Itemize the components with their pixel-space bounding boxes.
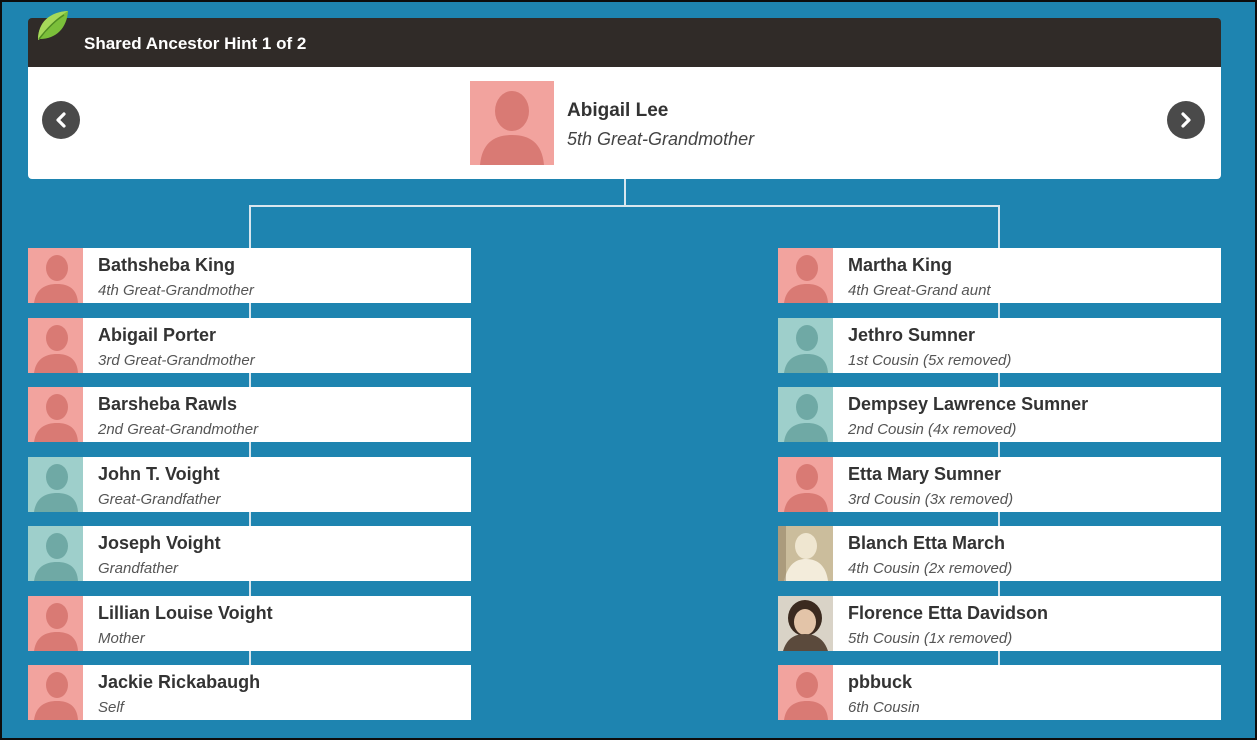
person-silhouette-icon — [34, 672, 78, 720]
person-relationship: 5th Cousin (1x removed) — [848, 629, 1013, 647]
shared-ancestor-panel: Abigail Lee 5th Great-Grandmother — [28, 67, 1221, 179]
person-silhouette-icon — [480, 91, 544, 165]
person-relationship: 3rd Cousin (3x removed) — [848, 490, 1014, 508]
person-name[interactable]: Joseph Voight — [98, 533, 221, 554]
person-name[interactable]: Lillian Louise Voight — [98, 603, 273, 624]
next-hint-button[interactable] — [1167, 101, 1205, 139]
person-name[interactable]: Dempsey Lawrence Sumner — [848, 394, 1088, 415]
hint-header: Shared Ancestor Hint 1 of 2 — [28, 18, 1221, 67]
person-card[interactable]: Martha King 4th Great-Grand aunt — [778, 248, 1221, 303]
person-relationship: 1st Cousin (5x removed) — [848, 351, 1012, 369]
chevron-right-icon — [1181, 112, 1191, 128]
person-card[interactable]: Blanch Etta March 4th Cousin (2x removed) — [778, 526, 1221, 581]
person-name[interactable]: Jethro Sumner — [848, 325, 975, 346]
person-card[interactable]: Joseph Voight Grandfather — [28, 526, 471, 581]
person-photo[interactable] — [778, 595, 833, 651]
person-relationship: 2nd Great-Grandmother — [98, 421, 259, 438]
person-relationship: 2nd Cousin (4x removed) — [848, 421, 1017, 438]
person-silhouette-icon — [34, 463, 78, 512]
person-photo[interactable] — [28, 387, 83, 442]
person-silhouette-icon — [784, 255, 828, 303]
person-relationship: Great-Grandfather — [98, 490, 221, 508]
person-photo[interactable] — [778, 248, 833, 303]
ancestor-name[interactable]: Abigail Lee — [567, 100, 668, 122]
person-name[interactable]: John T. Voight — [98, 464, 220, 485]
person-silhouette-icon — [34, 394, 78, 442]
person-name[interactable]: Blanch Etta March — [848, 533, 1005, 554]
person-silhouette-icon — [34, 255, 78, 303]
person-relationship: 4th Great-Grand aunt — [848, 282, 991, 299]
ancestor-photo[interactable] — [470, 81, 554, 165]
person-card[interactable]: John T. Voight Great-Grandfather — [28, 456, 471, 512]
person-photo[interactable] — [28, 526, 83, 581]
person-name[interactable]: Etta Mary Sumner — [848, 464, 1001, 485]
person-name[interactable]: Martha King — [848, 255, 952, 276]
person-name[interactable]: Jackie Rickabaugh — [98, 672, 260, 693]
person-photo[interactable] — [778, 456, 833, 512]
person-silhouette-icon — [784, 324, 828, 373]
person-silhouette-icon — [34, 324, 78, 373]
person-photo[interactable] — [778, 665, 833, 720]
person-silhouette-icon — [34, 602, 78, 651]
person-name[interactable]: pbbuck — [848, 672, 912, 693]
leaf-icon — [38, 11, 68, 40]
person-photo[interactable] — [28, 595, 83, 651]
person-relationship: 4th Cousin (2x removed) — [848, 560, 1013, 577]
person-card[interactable]: Jackie Rickabaugh Self — [28, 665, 471, 720]
person-photo[interactable] — [28, 665, 83, 720]
person-photo[interactable] — [778, 387, 833, 442]
connector-horizontal — [249, 205, 1000, 207]
person-photo[interactable] — [28, 317, 83, 373]
ancestor-relationship: 5th Great-Grandmother — [567, 129, 755, 149]
prev-hint-button[interactable] — [42, 101, 80, 139]
photo-portrait — [778, 526, 833, 581]
person-card[interactable]: Lillian Louise Voight Mother — [28, 595, 471, 651]
person-name[interactable]: Abigail Porter — [98, 325, 216, 346]
hint-title: Shared Ancestor Hint 1 of 2 — [84, 34, 307, 53]
person-name[interactable]: Bathsheba King — [98, 255, 235, 276]
person-relationship: 4th Great-Grandmother — [98, 282, 254, 299]
person-relationship: Grandfather — [98, 560, 179, 577]
person-relationship: Self — [98, 699, 124, 716]
person-silhouette-icon — [784, 672, 828, 720]
person-relationship: 6th Cousin — [848, 699, 920, 716]
person-card[interactable]: Etta Mary Sumner 3rd Cousin (3x removed) — [778, 456, 1221, 512]
person-card[interactable]: pbbuck 6th Cousin — [778, 665, 1221, 720]
person-card[interactable]: Barsheba Rawls 2nd Great-Grandmother — [28, 387, 471, 442]
person-card[interactable]: Bathsheba King 4th Great-Grandmother — [28, 248, 471, 303]
person-card[interactable]: Dempsey Lawrence Sumner 2nd Cousin (4x re… — [778, 387, 1221, 442]
person-relationship: Mother — [98, 629, 145, 647]
person-card[interactable]: Jethro Sumner 1st Cousin (5x removed) — [778, 317, 1221, 373]
person-silhouette-icon — [784, 463, 828, 512]
person-photo[interactable] — [778, 526, 833, 581]
person-silhouette-icon — [34, 533, 78, 581]
connector-trunk — [624, 179, 626, 206]
person-name[interactable]: Florence Etta Davidson — [848, 603, 1048, 624]
person-photo[interactable] — [28, 456, 83, 512]
person-photo[interactable] — [778, 317, 833, 373]
person-name[interactable]: Barsheba Rawls — [98, 394, 237, 415]
photo-portrait — [778, 595, 833, 651]
person-silhouette-icon — [784, 394, 828, 442]
person-relationship: 3rd Great-Grandmother — [98, 351, 255, 369]
person-card[interactable]: Abigail Porter 3rd Great-Grandmother — [28, 317, 471, 373]
person-photo[interactable] — [28, 248, 83, 303]
chevron-left-icon — [56, 112, 66, 128]
person-card[interactable]: Florence Etta Davidson 5th Cousin (1x rem… — [778, 595, 1221, 651]
